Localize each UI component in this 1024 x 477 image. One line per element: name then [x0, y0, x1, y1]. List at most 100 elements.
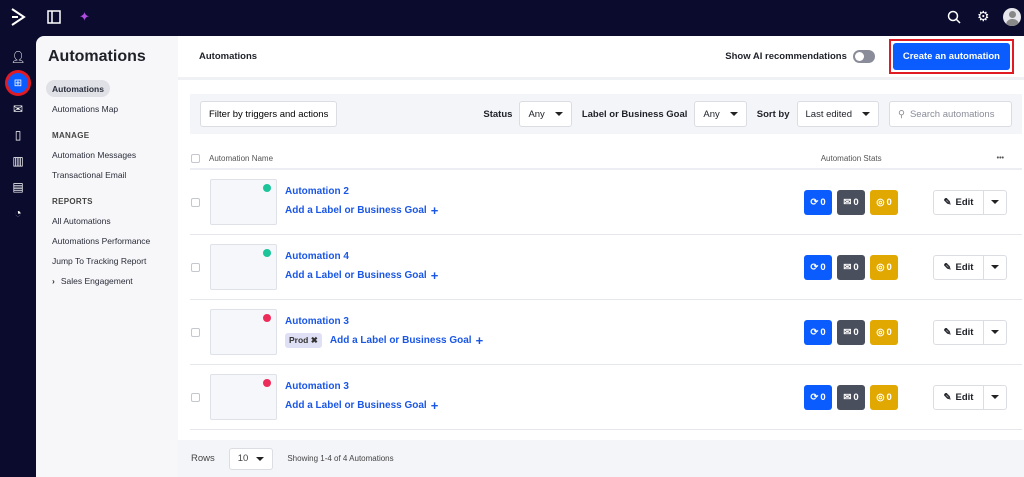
more-options-icon[interactable]: ••• [997, 155, 1004, 162]
goals-stat-badge[interactable]: ◎ 0 [870, 189, 898, 215]
email-icon[interactable]: ✉ [0, 96, 36, 122]
sidebar-toggle-icon[interactable] [47, 10, 61, 24]
contacts-stat-badge[interactable]: ⟳ 0 [804, 384, 832, 410]
edit-dropdown-button[interactable] [984, 256, 1006, 279]
gear-icon[interactable]: ⚙ [977, 8, 990, 25]
remove-tag-icon[interactable]: ✖ [311, 335, 318, 345]
sparkle-icon[interactable]: ✦ [79, 9, 90, 25]
plus-icon[interactable]: + [431, 268, 439, 283]
status-select[interactable]: Any [519, 101, 572, 127]
automation-name-link[interactable]: Automation 3 [285, 381, 438, 392]
status-dot [263, 379, 271, 387]
sidebar-item-all-automations[interactable]: All Automations [46, 212, 178, 229]
status-dot [263, 314, 271, 322]
edit-button-group: ✎ Edit [933, 254, 1007, 280]
rows-per-page-select[interactable]: 10 [228, 447, 274, 470]
sidebar-item-automations-performance[interactable]: Automations Performance [46, 232, 178, 249]
add-label-link[interactable]: Add a Label or Business Goal [285, 270, 427, 281]
plus-icon[interactable]: + [431, 398, 439, 413]
edit-button[interactable]: ✎ Edit [934, 385, 984, 409]
target-icon: ◎ [876, 326, 885, 338]
row-checkbox[interactable] [191, 392, 200, 402]
contacts-stat-badge[interactable]: ⟳ 0 [804, 254, 832, 280]
caret-down-icon [991, 200, 999, 204]
logo-chevron-icon[interactable] [10, 7, 26, 27]
goals-stat-badge[interactable]: ◎ 0 [870, 319, 898, 345]
edit-button[interactable]: ✎ Edit [934, 255, 984, 279]
pencil-icon: ✎ [943, 196, 952, 208]
edit-dropdown-button[interactable] [984, 386, 1006, 409]
automation-name-link[interactable]: Automation 4 [285, 251, 438, 262]
automation-name-link[interactable]: Automation 2 [285, 186, 438, 197]
search-icon[interactable] [947, 10, 961, 24]
edit-button-group: ✎ Edit [933, 189, 1007, 215]
goals-stat-badge[interactable]: ◎ 0 [870, 384, 898, 410]
automation-thumbnail[interactable] [210, 309, 277, 355]
caret-down-icon [554, 112, 563, 116]
status-dot [263, 249, 271, 257]
row-checkbox[interactable] [191, 327, 200, 337]
goals-stat-badge[interactable]: ◎ 0 [870, 254, 898, 280]
contacts-stat-badge[interactable]: ⟳ 0 [804, 319, 832, 345]
select-all-checkbox[interactable] [191, 153, 200, 163]
plus-icon[interactable]: + [476, 333, 484, 348]
page-title: Automations [199, 51, 258, 62]
table-row: Automation 3 Prod ✖ Add a Label or Busine… [190, 300, 1022, 365]
pipeline-icon[interactable]: ▥ [0, 148, 36, 174]
automation-name-link[interactable]: Automation 3 [285, 316, 483, 327]
reports-icon[interactable]: ◔ [0, 200, 36, 226]
emails-stat-badge[interactable]: ✉ 0 [837, 384, 865, 410]
page-header: Automations Show AI recommendations Crea… [178, 36, 1024, 80]
mobile-icon[interactable]: ▯ [0, 122, 36, 148]
sidebar-item-automations[interactable]: Automations [46, 80, 110, 97]
sidebar-item-transactional-email[interactable]: Transactional Email [46, 166, 178, 183]
target-icon: ◎ [876, 196, 885, 208]
sidebar-item-automation-messages[interactable]: Automation Messages [46, 146, 178, 163]
contacts-icon[interactable]: 👤︎ [0, 44, 36, 70]
label-tag: Prod ✖ [285, 333, 322, 348]
table-row: Automation 2 Add a Label or Business Goa… [190, 170, 1022, 235]
row-checkbox[interactable] [191, 262, 200, 272]
automation-thumbnail[interactable] [210, 179, 277, 225]
add-label-link[interactable]: Add a Label or Business Goal [285, 400, 427, 411]
refresh-icon: ⟳ [810, 391, 819, 403]
filter-triggers-button[interactable]: Filter by triggers and actions [200, 101, 338, 127]
automation-thumbnail[interactable] [210, 374, 277, 420]
target-icon: ◎ [876, 261, 885, 273]
top-bar: ✦ ⚙ [0, 0, 1024, 36]
label-goal-select[interactable]: Any [694, 101, 747, 127]
emails-stat-badge[interactable]: ✉ 0 [837, 189, 865, 215]
edit-button[interactable]: ✎ Edit [934, 320, 984, 344]
pencil-icon: ✎ [943, 326, 952, 338]
automations-icon[interactable]: ⊞ [0, 70, 36, 96]
reports-heading: REPORTS [52, 197, 93, 206]
edit-dropdown-button[interactable] [984, 321, 1006, 344]
sidebar-item-sales-engagement[interactable]: › Sales Engagement [46, 272, 178, 289]
edit-button-group: ✎ Edit [933, 384, 1007, 410]
avatar[interactable] [1003, 8, 1021, 26]
search-icon: ⚲ [898, 108, 905, 120]
edit-dropdown-button[interactable] [984, 191, 1006, 214]
edit-button[interactable]: ✎ Edit [934, 190, 984, 214]
website-icon[interactable]: ▤ [0, 174, 36, 200]
refresh-icon: ⟳ [810, 196, 819, 208]
sort-label: Sort by [756, 108, 790, 120]
emails-stat-badge[interactable]: ✉ 0 [837, 319, 865, 345]
sort-select[interactable]: Last edited [796, 101, 879, 127]
caret-down-icon [991, 395, 999, 399]
table-row: Automation 3 Add a Label or Business Goa… [190, 365, 1022, 430]
search-input[interactable]: ⚲ Search automations [889, 101, 1012, 127]
contacts-stat-badge[interactable]: ⟳ 0 [804, 189, 832, 215]
sidebar-item-automations-map[interactable]: Automations Map [46, 100, 178, 117]
create-automation-button[interactable]: Create an automation [892, 43, 1010, 70]
row-checkbox[interactable] [191, 197, 200, 207]
sidebar-item-jump-to-tracking[interactable]: Jump To Tracking Report [46, 252, 178, 269]
ai-recommendations-toggle[interactable] [852, 50, 875, 63]
emails-stat-badge[interactable]: ✉ 0 [837, 254, 865, 280]
add-label-link[interactable]: Add a Label or Business Goal [330, 335, 472, 346]
edit-button-group: ✎ Edit [933, 319, 1007, 345]
automation-thumbnail[interactable] [210, 244, 277, 290]
plus-icon[interactable]: + [431, 203, 439, 218]
add-label-link[interactable]: Add a Label or Business Goal [285, 205, 427, 216]
chevron-right-icon: › [52, 276, 55, 286]
